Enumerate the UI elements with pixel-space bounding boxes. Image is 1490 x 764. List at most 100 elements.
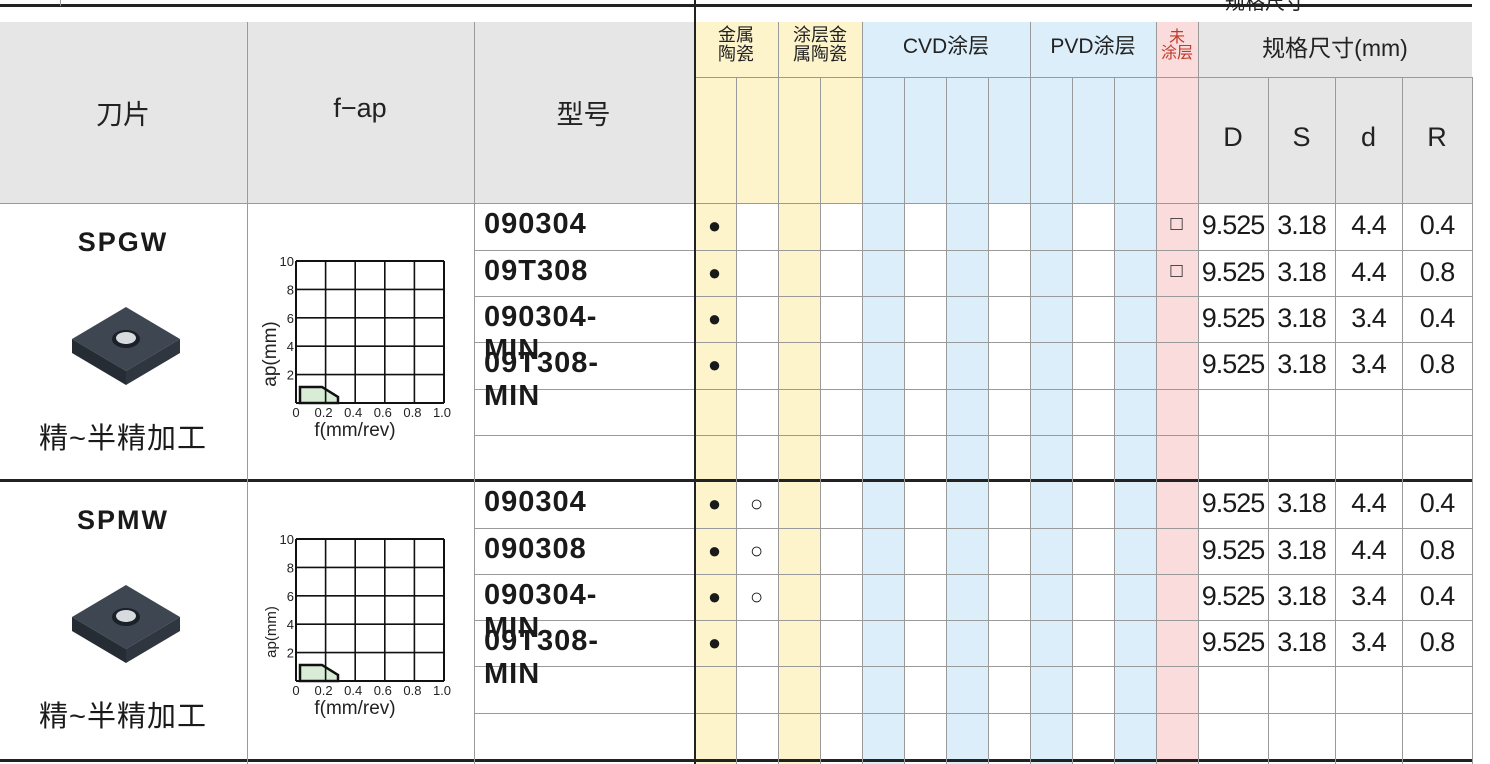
- dim-value-R: 0.4: [1419, 488, 1456, 518]
- dim-value-R: 0.4: [1419, 210, 1456, 240]
- dim-value-d: 4.4: [1351, 488, 1387, 518]
- chart-ylabel: ap(mm): [263, 606, 280, 658]
- grid-vline: [1114, 77, 1115, 764]
- dim-value-S: 3.18: [1277, 257, 1327, 287]
- chart-ytick: 2: [287, 368, 294, 383]
- grade-column-bg: [1114, 203, 1156, 764]
- dim-value-D: 9.525: [1201, 581, 1266, 611]
- grade-column-bg: [1156, 203, 1198, 764]
- model-code: 09T308-MIN: [484, 625, 600, 690]
- header-blade: 刀片: [96, 100, 150, 130]
- grid-vline: [1030, 77, 1031, 764]
- grade-group-0: 金属 陶瓷: [718, 25, 754, 64]
- model-code: 09T308-MIN: [484, 347, 600, 412]
- dim-value-d: 3.4: [1351, 303, 1387, 333]
- header-model: 型号: [556, 100, 611, 130]
- grid-hline: [474, 666, 1472, 667]
- grid-vline: [904, 77, 905, 764]
- availability-mark: ●: [707, 584, 722, 609]
- chart-ytick: 10: [280, 532, 294, 547]
- availability-mark: ●: [707, 352, 722, 377]
- model-code: 090304: [484, 486, 587, 518]
- dim-value-d: 4.4: [1351, 535, 1387, 565]
- chart-xtick: 1.0: [433, 405, 451, 420]
- availability-mark: ●: [707, 306, 722, 331]
- availability-mark: ●: [707, 491, 722, 516]
- chart-ytick: 10: [280, 254, 294, 269]
- dim-value-D: 9.525: [1201, 488, 1266, 518]
- chart-xtick: 0.8: [403, 405, 421, 420]
- dim-value-S: 3.18: [1277, 349, 1327, 379]
- dim-value-D: 9.525: [1201, 303, 1266, 333]
- chart-xtick: 0.4: [344, 405, 362, 420]
- grid-vline: [1335, 77, 1336, 764]
- dim-value-S: 3.18: [1277, 627, 1327, 657]
- grid-hline: [474, 620, 1472, 621]
- model-code: 090304: [484, 208, 587, 240]
- chart-xtick: 0.6: [374, 683, 392, 698]
- availability-mark: □: [1170, 213, 1183, 235]
- chart-xtick: 0.2: [315, 405, 333, 420]
- dim-value-D: 9.525: [1201, 627, 1266, 657]
- chart-xtick: 0.8: [403, 683, 421, 698]
- dim-value-R: 0.8: [1419, 257, 1456, 287]
- chart-xlabel: f(mm/rev): [314, 420, 395, 441]
- grid-vline: [1472, 77, 1473, 764]
- availability-mark: □: [1170, 260, 1183, 282]
- dim-value-S: 3.18: [1277, 488, 1327, 518]
- grade-group-3: PVD涂层: [1050, 35, 1136, 58]
- grade-group-4: 未 涂层: [1160, 29, 1193, 62]
- grade-column-bg: [862, 203, 904, 764]
- chart-region: [298, 385, 340, 405]
- dim-value-d: 3.4: [1351, 627, 1387, 657]
- grid-vline: [820, 77, 821, 764]
- dim-value-D: 9.525: [1201, 535, 1266, 565]
- availability-mark: ●: [707, 260, 722, 285]
- chart-xtick: 0.6: [374, 405, 392, 420]
- chart-ytick: 6: [287, 589, 294, 604]
- chart-xtick: 0.2: [315, 683, 333, 698]
- chart-ytick: 2: [287, 646, 294, 661]
- availability-mark: ○: [749, 538, 764, 563]
- grid-vline: [247, 22, 248, 764]
- dim-value-R: 0.8: [1419, 535, 1456, 565]
- dim-value-S: 3.18: [1277, 210, 1327, 240]
- insert-shape-icon: [72, 585, 180, 663]
- availability-mark: ●: [707, 630, 722, 655]
- dim-header-d: d: [1360, 122, 1377, 152]
- insert-name: SPMW: [77, 505, 169, 535]
- grid-hline: [474, 389, 1472, 390]
- grid-hline: [474, 342, 1472, 343]
- grid-vline: [862, 77, 863, 764]
- chart-ylabel: ap(mm): [260, 321, 281, 386]
- grid-vline: [946, 77, 947, 764]
- chart-region: [298, 663, 340, 683]
- f-ap-chart: 0 0.2 0.4 0.6 0.8 1.0 2 4 6 8 10 f(mm/rev) ap(mm): [260, 254, 451, 441]
- chart-xlabel: f(mm/rev): [314, 698, 395, 719]
- dim-value-d: 3.4: [1351, 349, 1387, 379]
- dim-header-S: S: [1292, 122, 1311, 152]
- dim-value-S: 3.18: [1277, 581, 1327, 611]
- dim-value-d: 4.4: [1351, 210, 1387, 240]
- grid-hline: [474, 713, 1472, 714]
- grid-vline: [736, 77, 737, 764]
- dim-value-d: 4.4: [1351, 257, 1387, 287]
- chart-xtick: 0: [292, 683, 299, 698]
- grid-hline: [474, 250, 1472, 251]
- grade-column-bg: [778, 203, 820, 764]
- process-label: 精~半精加工: [39, 423, 207, 455]
- dim-value-R: 0.4: [1419, 581, 1456, 611]
- model-code: 09T308: [484, 255, 589, 287]
- grid-vline: [1268, 77, 1269, 764]
- chart-xtick: 0: [292, 405, 299, 420]
- grade-column-bg: [946, 203, 988, 764]
- dim-value-R: 0.8: [1419, 349, 1456, 379]
- grid-hline: [474, 574, 1472, 575]
- chart-xtick: 1.0: [433, 683, 451, 698]
- dim-value-d: 3.4: [1351, 581, 1387, 611]
- header-f-ap: f−ap: [333, 93, 387, 123]
- grid-vline: [1072, 77, 1073, 764]
- top-right-header-fragment: 规格尺寸: [1225, 0, 1305, 14]
- grid-hline: [474, 528, 1472, 529]
- chart-xtick: 0.4: [344, 683, 362, 698]
